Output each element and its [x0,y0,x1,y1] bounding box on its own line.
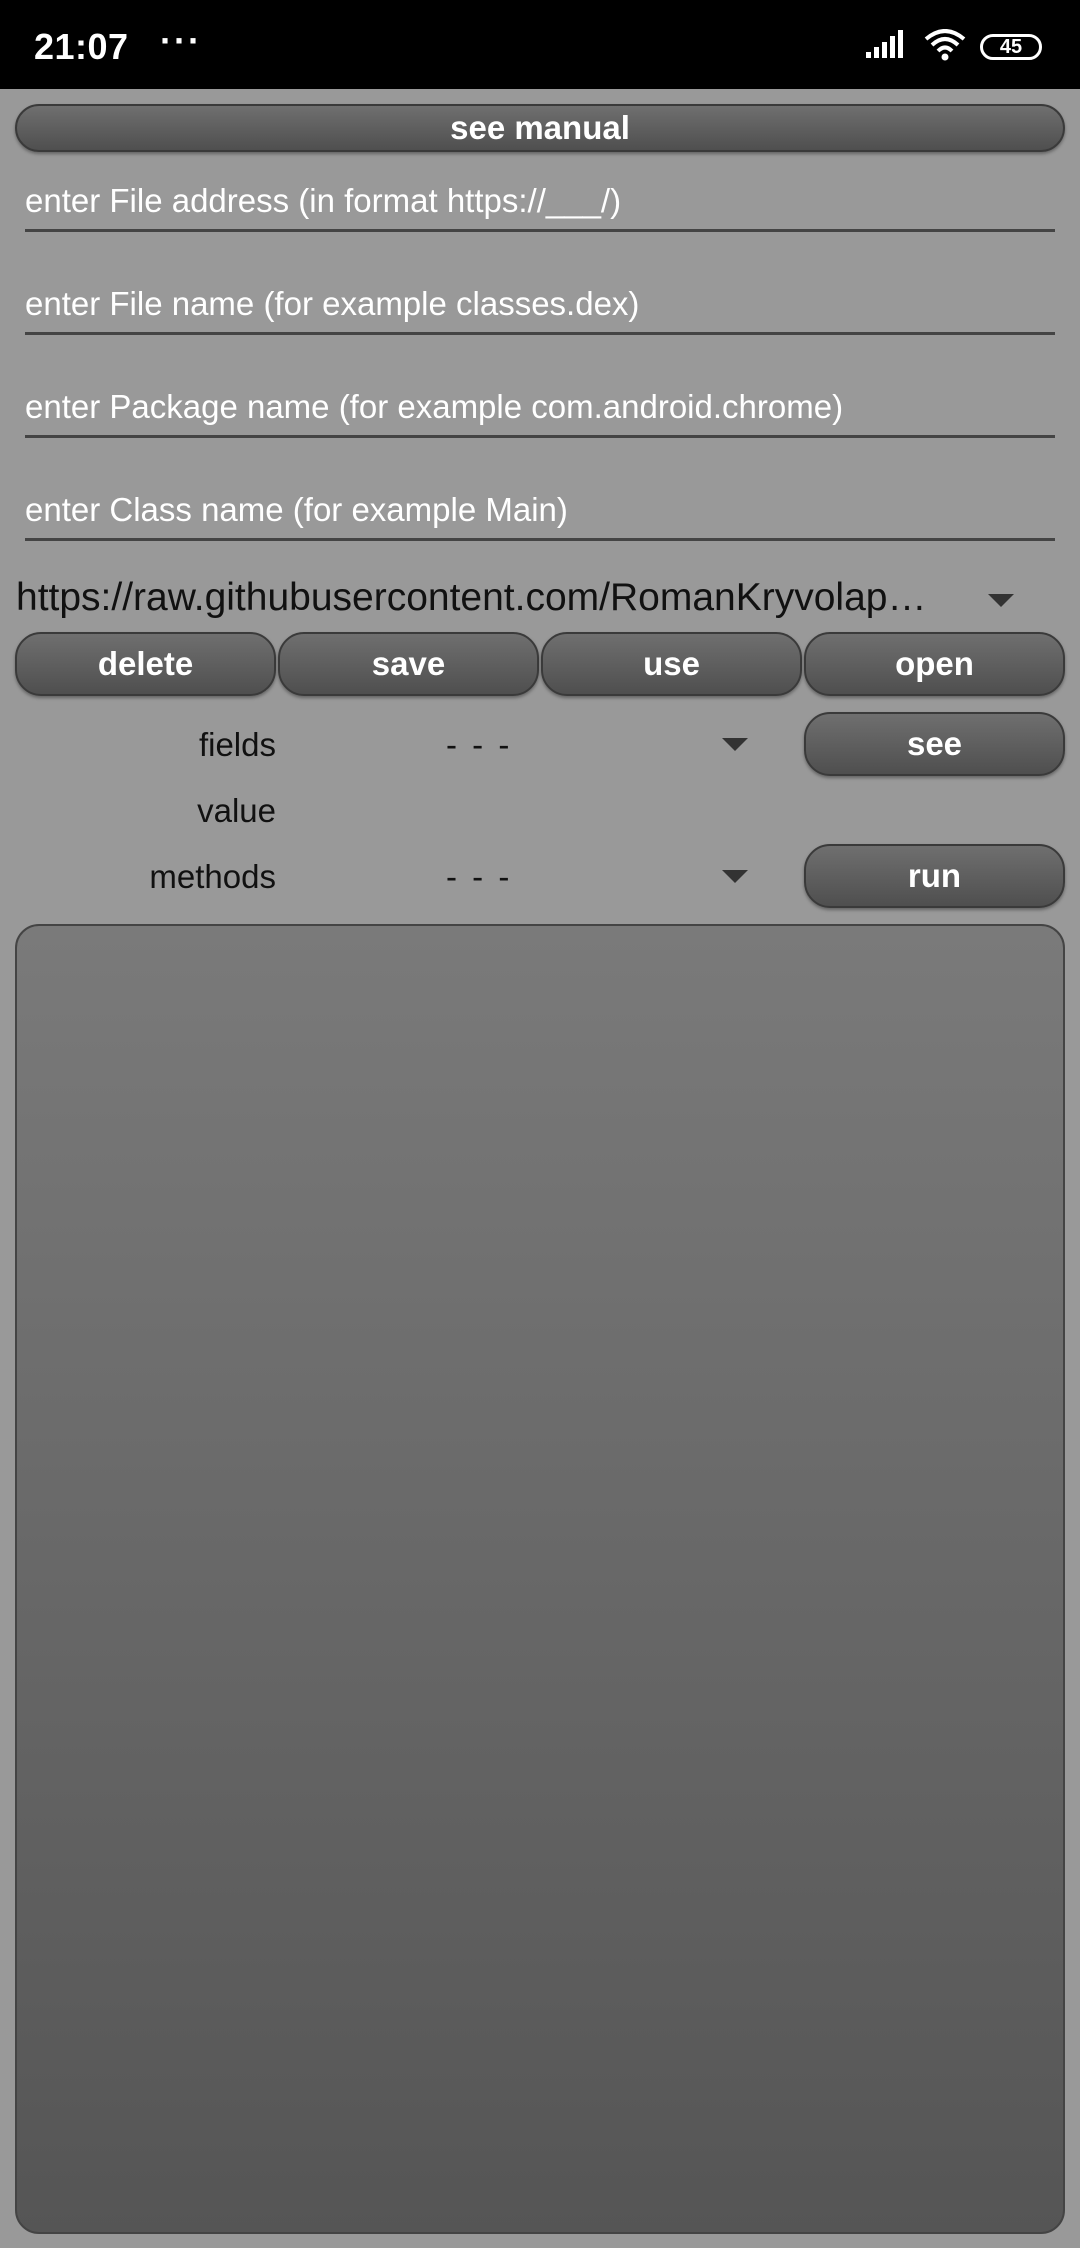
chevron-down-icon [722,738,748,751]
file-address-input[interactable]: enter File address (in format https://__… [25,176,1055,232]
chevron-down-icon [988,594,1014,607]
methods-dropdown[interactable]: - - - [430,844,760,908]
methods-selected: - - - [446,858,513,895]
saved-url-selected: https://raw.githubusercontent.com/RomanK… [16,576,946,619]
delete-button[interactable]: delete [15,632,276,696]
notification-dots: ··· [160,20,202,61]
run-button[interactable]: run [804,844,1065,908]
fields-dropdown[interactable]: - - - [430,712,760,776]
save-button[interactable]: save [278,632,539,696]
chevron-down-icon [722,870,748,883]
signal-icon [866,29,910,65]
saved-url-dropdown[interactable]: https://raw.githubusercontent.com/RomanK… [16,572,1056,634]
see-manual-button[interactable]: see manual [15,104,1065,152]
status-time: 21:07 [34,26,129,67]
wifi-icon [924,28,966,66]
methods-label: methods [149,858,276,895]
status-icons: 45 [866,28,1042,66]
status-bar: 21:07 ··· 45 [0,0,1080,89]
package-name-input[interactable]: enter Package name (for example com.andr… [25,382,1055,438]
value-label: value [197,792,276,829]
output-area[interactable] [15,924,1065,2234]
use-button[interactable]: use [541,632,802,696]
class-name-input[interactable]: enter Class name (for example Main) [25,485,1055,541]
fields-label: fields [198,726,276,763]
see-button[interactable]: see [804,712,1065,776]
open-button[interactable]: open [804,632,1065,696]
fields-selected: - - - [446,726,513,763]
file-name-input[interactable]: enter File name (for example classes.dex… [25,279,1055,335]
battery-icon: 45 [980,34,1042,60]
